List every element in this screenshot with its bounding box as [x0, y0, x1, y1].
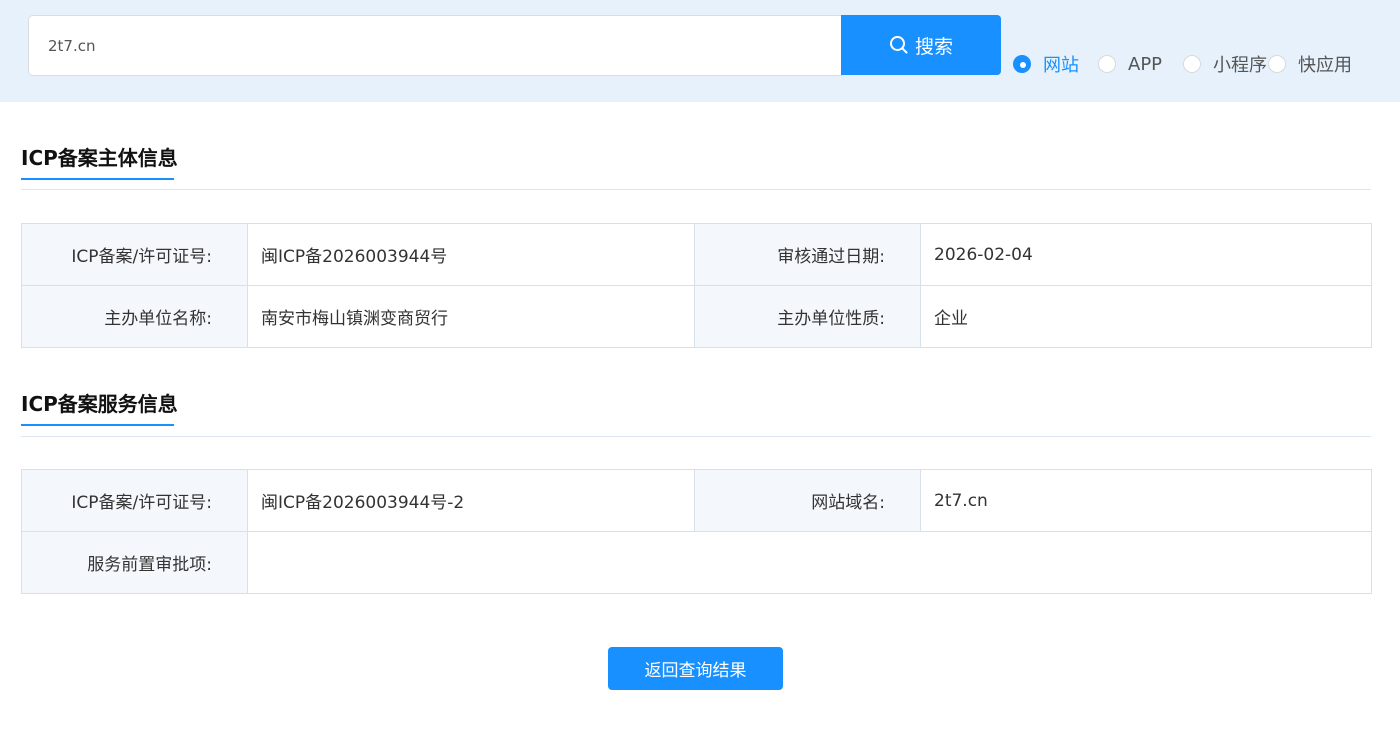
organizer-name-label: 主办单位名称: [21, 285, 248, 348]
radio-unchecked-icon[interactable] [1268, 55, 1286, 73]
license-number-label: ICP备案/许可证号: [21, 223, 248, 286]
website-domain-value: 2t7.cn [920, 469, 1372, 532]
website-domain-label: 网站域名: [694, 469, 921, 532]
radio-app-label: APP [1128, 53, 1163, 75]
table-row: 主办单位名称: 南安市梅山镇渊变商贸行 主办单位性质: 企业 [21, 285, 1372, 348]
organizer-type-value: 企业 [920, 285, 1372, 348]
search-input[interactable] [28, 15, 842, 76]
pre-approval-label: 服务前置审批项: [21, 531, 248, 594]
pre-approval-value [247, 531, 1372, 594]
approval-date-value: 2026-02-04 [920, 223, 1372, 286]
license-number-value: 闽ICP备2026003944号 [247, 223, 695, 286]
service-info-title-underline [21, 424, 174, 426]
organizer-type-label: 主办单位性质: [694, 285, 921, 348]
radio-checked-icon[interactable] [1013, 55, 1031, 73]
service-license-number-label: ICP备案/许可证号: [21, 469, 248, 532]
service-info-divider [21, 436, 1371, 437]
table-row: ICP备案/许可证号: 闽ICP备2026003944号 审核通过日期: 202… [21, 223, 1372, 286]
entity-info-table: ICP备案/许可证号: 闽ICP备2026003944号 审核通过日期: 202… [21, 223, 1372, 348]
table-row: 服务前置审批项: [21, 531, 1372, 594]
service-info-table: ICP备案/许可证号: 闽ICP备2026003944号-2 网站域名: 2t7… [21, 469, 1372, 594]
search-button[interactable]: 搜索 [841, 15, 1001, 75]
entity-info-title: ICP备案主体信息 [21, 146, 178, 170]
organizer-name-value: 南安市梅山镇渊变商贸行 [247, 285, 695, 348]
radio-mini-program-label: 小程序 [1213, 55, 1267, 76]
radio-unchecked-icon[interactable] [1098, 55, 1116, 73]
radio-app[interactable]: APP [1098, 52, 1162, 76]
entity-info-divider [21, 189, 1371, 190]
entity-info-title-underline [21, 178, 174, 180]
radio-mini-program[interactable]: 小程序 [1183, 52, 1267, 76]
back-to-results-button[interactable]: 返回查询结果 [608, 647, 783, 690]
table-row: ICP备案/许可证号: 闽ICP备2026003944号-2 网站域名: 2t7… [21, 469, 1372, 532]
radio-unchecked-icon[interactable] [1183, 55, 1201, 73]
radio-quick-app-label: 快应用 [1298, 55, 1352, 76]
approval-date-label: 审核通过日期: [694, 223, 921, 286]
radio-website-label: 网站 [1043, 55, 1079, 76]
radio-quick-app[interactable]: 快应用 [1268, 52, 1352, 76]
search-button-label: 搜索 [914, 35, 953, 58]
service-license-number-value: 闽ICP备2026003944号-2 [247, 469, 695, 532]
radio-website[interactable]: 网站 [1013, 52, 1079, 76]
search-icon [889, 35, 909, 55]
service-info-title: ICP备案服务信息 [21, 392, 178, 416]
